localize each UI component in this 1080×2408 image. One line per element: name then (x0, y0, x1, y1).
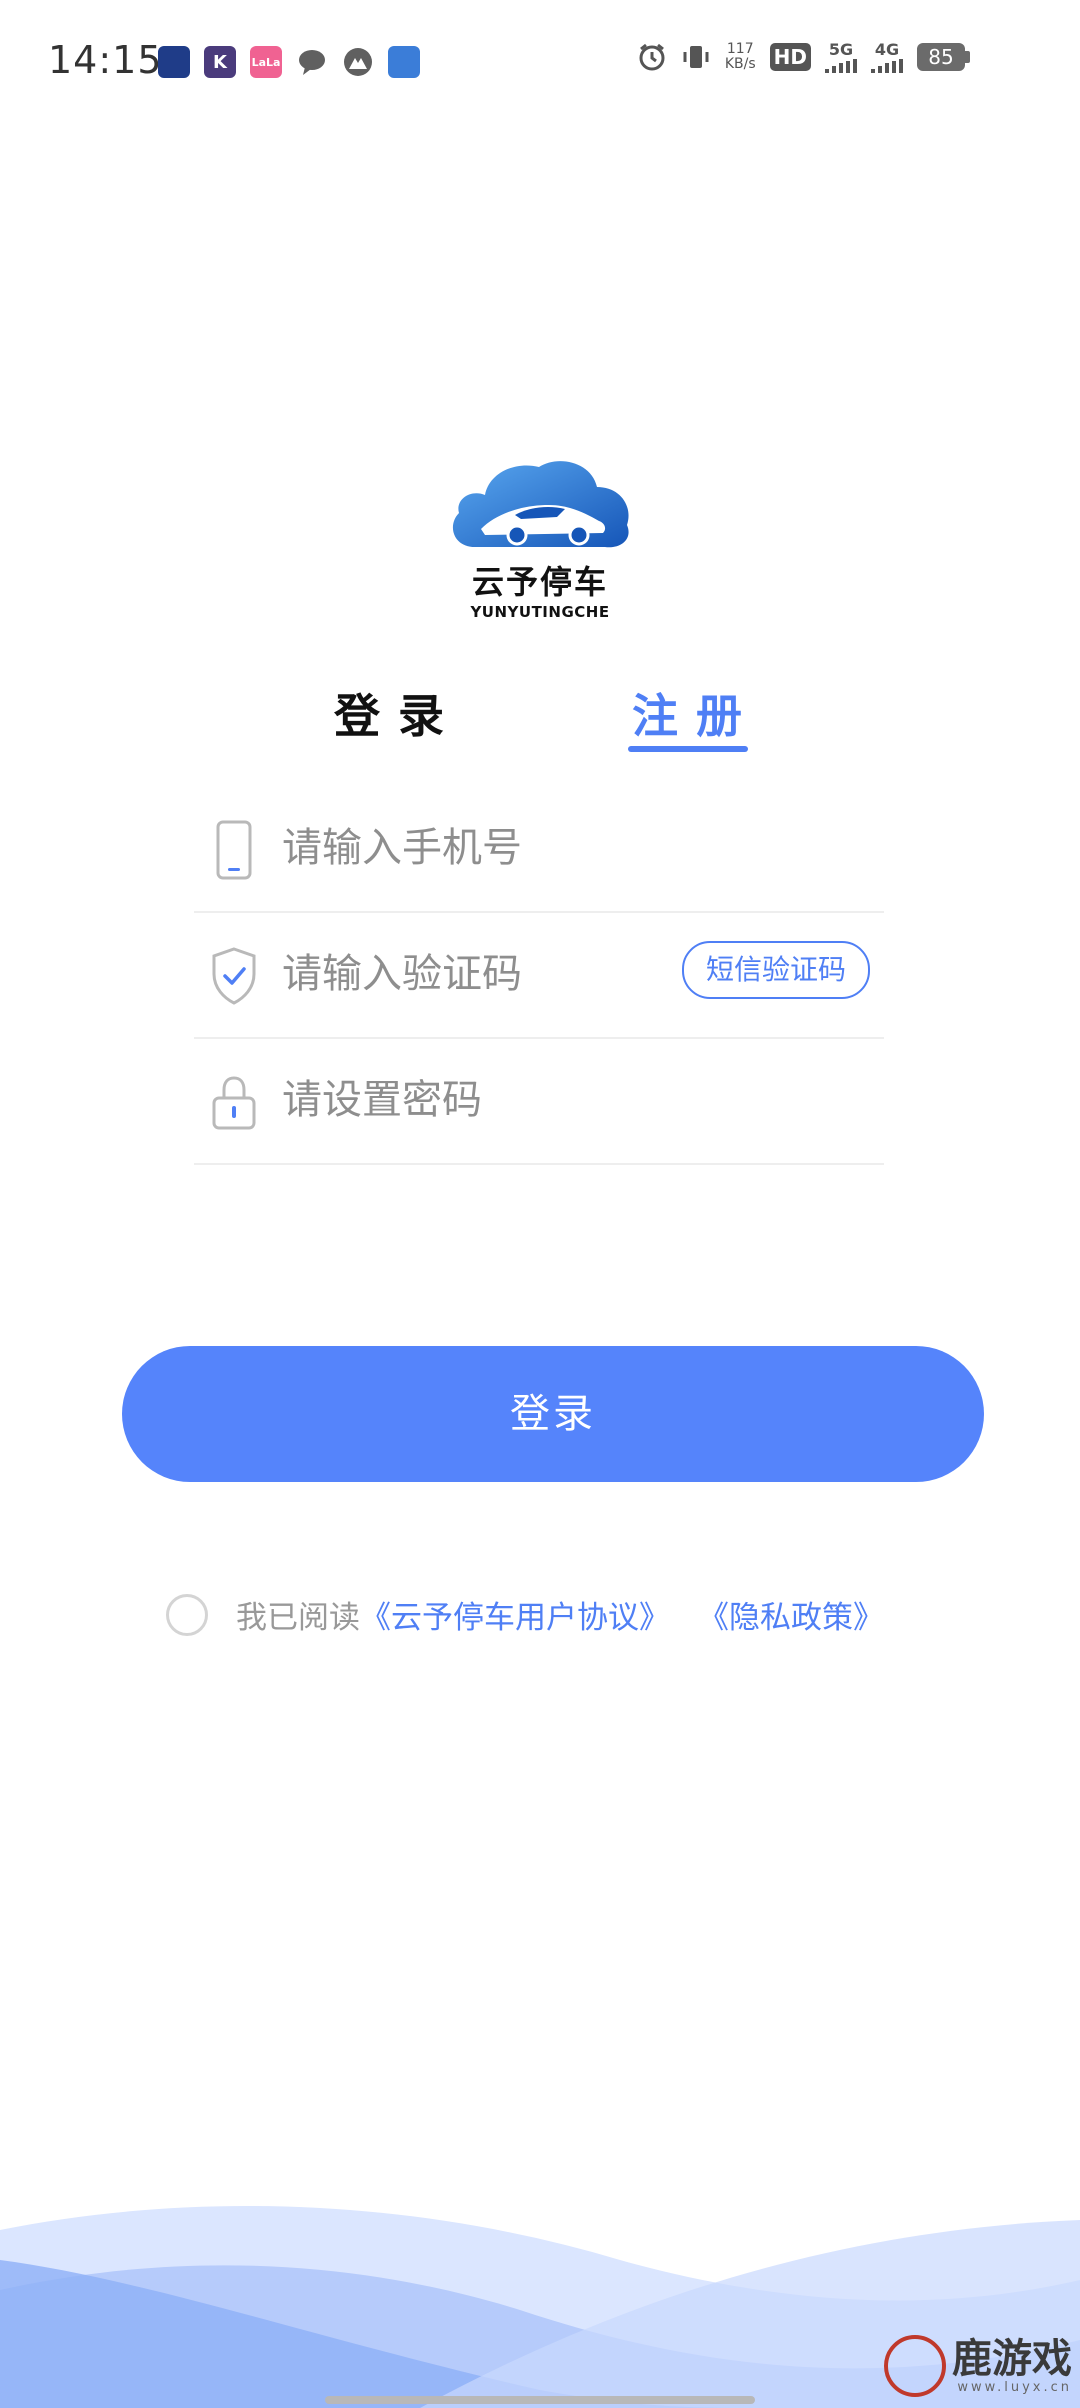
status-time: 14:15 (48, 38, 163, 82)
active-tab-indicator (628, 746, 748, 752)
verification-code-row: 短信验证码 (194, 911, 884, 1039)
lala-app-icon: LaLa (250, 46, 282, 78)
login-button[interactable]: 登录 (122, 1346, 984, 1482)
cloud-car-icon (452, 461, 629, 548)
deer-logo-icon (884, 2335, 946, 2397)
vibrate-icon (683, 45, 709, 68)
battery-icon: 85 (917, 42, 970, 71)
site-watermark: 鹿游戏 www.luyx.cn (884, 2335, 1072, 2397)
status-bar: 14:15 K LaLa 117 KB/s HD 5G 4G 85 (0, 0, 1080, 120)
shield-check-icon (212, 947, 256, 1005)
watermark-url: www.luyx.cn (957, 2379, 1072, 2395)
hd-icon: HD (769, 42, 811, 71)
user-agreement-link[interactable]: 《云予停车用户协议》 (360, 1592, 670, 1637)
app-logo: 云予停车 YUNYUTINGCHE (440, 455, 640, 621)
tab-login[interactable]: 登录 (334, 680, 462, 746)
news-app-icon (158, 46, 190, 78)
watermark-text: 鹿游戏 (952, 2334, 1072, 2382)
send-sms-code-button[interactable]: 短信验证码 (682, 941, 870, 999)
agreement-checkbox[interactable] (166, 1593, 208, 1636)
signal-4g-icon: 4G (871, 40, 903, 73)
verification-code-input[interactable] (280, 941, 664, 1007)
password-input[interactable] (280, 1067, 744, 1133)
k-app-icon: K (204, 46, 236, 78)
mountain-app-icon (342, 46, 374, 78)
privacy-policy-link[interactable]: 《隐私政策》 (698, 1592, 884, 1637)
system-icons: 117 KB/s HD 5G 4G 85 (637, 40, 970, 73)
signal-5g-icon: 5G (825, 40, 857, 73)
phone-input[interactable] (280, 815, 744, 881)
alarm-icon (639, 43, 665, 70)
home-indicator[interactable] (325, 2396, 755, 2404)
network-speed: 117 KB/s (724, 40, 756, 72)
logo-name-cn: 云予停车 (471, 563, 608, 601)
message-app-icon (296, 46, 328, 78)
phone-icon (216, 820, 252, 880)
notification-icons: K LaLa (158, 46, 420, 78)
tab-register[interactable]: 注册 (632, 680, 760, 746)
phone-row (194, 785, 884, 913)
agreement-row: 我已阅读 《云予停车用户协议》 《隐私政策》 (166, 1592, 884, 1637)
lock-icon (212, 1076, 256, 1130)
logo-name-en: YUNYUTINGCHE (470, 603, 610, 621)
agreement-prefix: 我已阅读 (236, 1600, 360, 1636)
game-app-icon (388, 46, 420, 78)
password-row (194, 1037, 884, 1165)
